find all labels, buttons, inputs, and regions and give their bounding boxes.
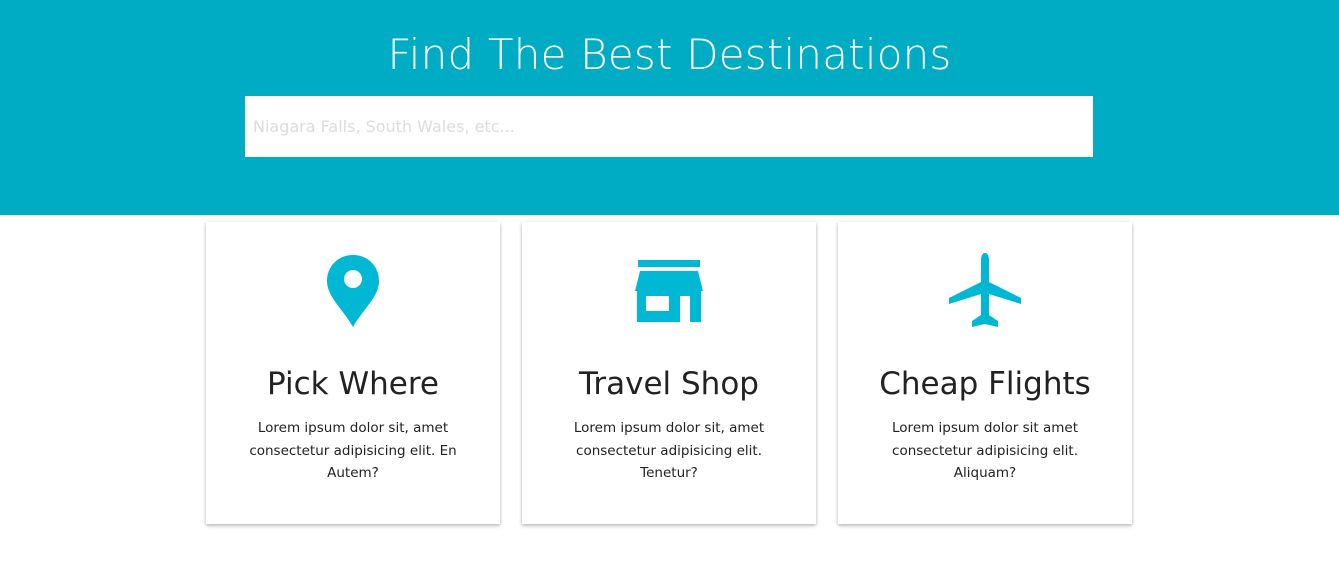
map-pin-icon (206, 250, 500, 332)
card-title: Travel Shop (579, 366, 759, 402)
page-title: Find The Best Destinations (387, 30, 952, 79)
card-description: Lorem ipsum dolor sit, amet consectetur … (249, 420, 457, 481)
feature-card-pick-where: Pick Where Lorem ipsum dolor sit, amet c… (206, 222, 500, 524)
feature-card-travel-shop: Travel Shop Lorem ipsum dolor sit, amet … (522, 222, 816, 524)
plane-icon (838, 250, 1132, 332)
hero-banner: Find The Best Destinations (0, 0, 1339, 215)
card-title: Cheap Flights (879, 366, 1091, 402)
card-description: Lorem ipsum dolor sit amet consectetur a… (892, 420, 1078, 481)
card-description: Lorem ipsum dolor sit, amet consectetur … (573, 420, 765, 481)
store-icon (522, 250, 816, 332)
search-input[interactable] (245, 96, 1093, 157)
feature-card-cheap-flights: Cheap Flights Lorem ipsum dolor sit amet… (838, 222, 1132, 524)
card-title: Pick Where (267, 366, 439, 402)
